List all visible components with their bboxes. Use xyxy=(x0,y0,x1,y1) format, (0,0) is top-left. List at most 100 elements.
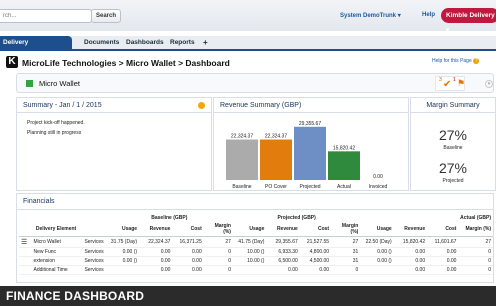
table-cell: 31 xyxy=(331,256,361,266)
table-row: New Func Services 0.00 () 0.00 0.00 0 10.00 ()… xyxy=(19,247,493,257)
table-cell: 0.00 xyxy=(299,265,332,275)
tab-documents[interactable]: Documents xyxy=(84,36,119,49)
tab-dashboards[interactable]: Dashboards xyxy=(126,36,164,49)
tab-reports[interactable]: Reports xyxy=(170,36,195,49)
table-cell: 0.00 () xyxy=(360,256,394,266)
table-cell: 4,800.00 xyxy=(299,247,332,257)
column-header: Margin (%) xyxy=(331,222,361,237)
table-cell: 0.00 xyxy=(139,265,173,275)
table-cell: 27 xyxy=(458,236,493,248)
table-cell: Services xyxy=(80,256,106,266)
table-cell: 0.00 xyxy=(427,256,459,266)
help-link[interactable]: Help xyxy=(422,12,435,18)
table-cell: 22,324.37 xyxy=(139,236,173,248)
revenue-chart: 22,324.37 Baseline 22,324.37 PO Cover 29,355… xyxy=(226,121,388,190)
revenue-panel: Revenue Summary (GBP) 22,324.37 Baseline 2… xyxy=(213,97,409,191)
tab-bar: Delivery Engagements Documents Dashboard… xyxy=(0,36,496,59)
group-header-row: Baseline (GBP) Projected (GBP) Actual (G… xyxy=(19,214,493,222)
column-header-row: Delivery Element Usage Revenue Cost Marg… xyxy=(19,222,493,237)
top-bar: Search System DemoTrunk ▾ Help Kimble De… xyxy=(0,0,496,34)
bar-actual xyxy=(328,151,360,180)
table-cell: 0.00 xyxy=(393,256,428,266)
flag-count: 1 xyxy=(453,77,456,83)
bar-value-label: 22,324.37 xyxy=(231,134,253,140)
column-header: Cost xyxy=(427,222,459,237)
search-button[interactable]: Search xyxy=(91,9,121,23)
column-header: Revenue xyxy=(266,222,300,237)
category-label: Actual xyxy=(337,184,351,190)
column-header: Cost xyxy=(299,222,332,237)
help-for-page-link[interactable]: Help for this Page ? xyxy=(432,58,480,64)
table-cell: 11,601.67 xyxy=(427,236,459,248)
delivery-element-cell: extension xyxy=(31,256,81,266)
table-cell: 4,500.00 xyxy=(299,256,332,266)
group-header-baseline: Baseline (GBP) xyxy=(151,215,188,221)
bar-value-label: 15,820.42 xyxy=(333,145,355,151)
summary-title: Summary - Jan / 1 / 2015 xyxy=(23,102,102,109)
table-cell: 27 xyxy=(203,236,233,248)
tab-delivery-engagements[interactable]: Delivery Engagements xyxy=(0,36,72,59)
table-cell: Services xyxy=(80,236,106,248)
delivery-element-cell: Micro Wallet xyxy=(31,236,81,248)
table-cell xyxy=(232,265,267,275)
revenue-title: Revenue Summary (GBP) xyxy=(220,102,302,109)
table-cell: 10.00 () xyxy=(232,256,267,266)
column-header: Margin (%) xyxy=(203,222,233,237)
flag-icon: ⚑ xyxy=(457,78,466,88)
tab-underline xyxy=(0,49,496,51)
table-cell: 0 xyxy=(458,265,493,275)
chevron-down-icon[interactable]: ▾ xyxy=(485,80,493,88)
baseline-margin-label: Baseline xyxy=(443,145,463,151)
category-label: Invoiced xyxy=(369,184,388,190)
column-header: Revenue xyxy=(139,222,173,237)
project-name: Micro Wallet xyxy=(39,79,80,88)
projected-margin-label: Projected xyxy=(442,178,464,184)
search-input[interactable] xyxy=(0,9,92,23)
bar-baseline xyxy=(226,139,258,180)
table-cell: 6,500.00 xyxy=(266,256,300,266)
row-menu-icon[interactable]: ☰ xyxy=(19,236,32,248)
breadcrumb: MicroLife Technologies > Micro Wallet > … xyxy=(22,58,230,68)
summary-header: Summary - Jan / 1 / 2015 xyxy=(17,98,211,113)
row-spacer xyxy=(19,256,32,266)
table-cell: 0 xyxy=(203,247,233,257)
table-cell: 0.00 xyxy=(266,265,300,275)
bar-po-cover xyxy=(260,139,292,180)
delivery-element-cell: Additional Time xyxy=(31,265,81,275)
table-cell: 0.00 () xyxy=(105,247,140,257)
column-header: Usage xyxy=(105,222,140,237)
table-cell: 0.00 xyxy=(393,265,428,275)
row-spacer xyxy=(19,265,32,275)
table-cell: 15,820.42 xyxy=(393,236,428,248)
row-spacer xyxy=(19,247,32,257)
table-cell xyxy=(105,265,140,275)
project-badges[interactable]: 3 ✔ 1 ⚑ xyxy=(435,76,465,91)
bar-value-label: 29,355.67 xyxy=(299,121,321,127)
user-menu-label: System DemoTrunk xyxy=(340,13,397,19)
bar-value-label: 0.00 xyxy=(373,174,383,180)
user-menu[interactable]: System DemoTrunk ▾ xyxy=(340,12,401,19)
app-switcher-button[interactable]: Kimble Delivery ▾ xyxy=(441,8,496,34)
status-dot-icon xyxy=(198,102,205,109)
table-cell: 10.00 () xyxy=(232,247,267,257)
table-cell xyxy=(360,265,394,275)
footer-banner: FINANCE DASHBOARD xyxy=(0,286,496,306)
table-cell: 21,527.55 xyxy=(299,236,332,248)
financials-table: Baseline (GBP) Projected (GBP) Actual (G… xyxy=(19,214,493,275)
baseline-margin-value: 27% xyxy=(438,127,468,143)
table-cell: 0.00 xyxy=(427,265,459,275)
table-cell: Services xyxy=(80,265,106,275)
divider xyxy=(17,209,493,210)
table-cell: 0 xyxy=(331,265,361,275)
financials-title: Financials xyxy=(23,198,55,205)
table-cell: 0.00 xyxy=(172,265,204,275)
financials-panel: Financials Baseline (GBP) Projected (GBP… xyxy=(16,193,494,283)
bar-projected xyxy=(294,126,326,180)
delivery-element-cell: New Func xyxy=(31,247,81,257)
table-cell: 0 xyxy=(203,256,233,266)
summary-panel: Summary - Jan / 1 / 2015 Project kick-of… xyxy=(16,97,212,191)
table-cell: 31.75 (Day) xyxy=(105,236,140,248)
help-for-page-label: Help for this Page xyxy=(432,58,472,64)
table-cell: 29,355.67 xyxy=(266,236,300,248)
tab-add[interactable]: + xyxy=(203,36,208,49)
